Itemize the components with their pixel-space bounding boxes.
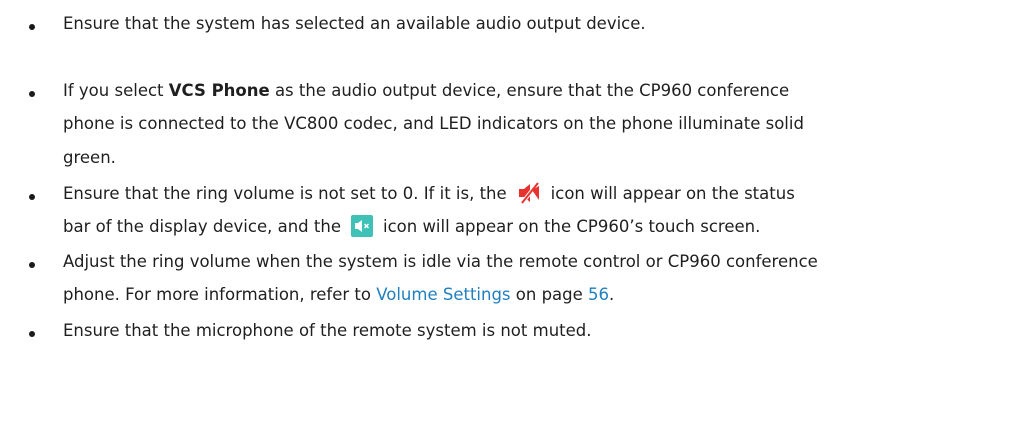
item-line: phone is connected to the VC800 codec, a… <box>63 114 804 133</box>
bullet <box>29 262 35 268</box>
item-line: green. <box>63 148 116 167</box>
item-text: Ensure that the microphone of the remote… <box>63 321 592 340</box>
item-line: phone. For more information, refer to Vo… <box>63 284 614 306</box>
item-text: phone. For more information, refer to <box>63 285 377 304</box>
item-text: icon will appear on the status <box>550 184 795 203</box>
troubleshooting-list: Ensure that the system has selected an a… <box>0 0 1021 423</box>
item-line: Ensure that the ring volume is not set t… <box>63 181 795 206</box>
item-text: If you select <box>63 81 169 100</box>
vcs-phone-label: VCS Phone <box>168 81 270 100</box>
speaker-muted-touchscreen-icon <box>350 214 373 237</box>
bullet <box>29 24 35 30</box>
item-line: Adjust the ring volume when the system i… <box>63 252 818 271</box>
item-line: bar of the display device, and the icon w… <box>63 214 761 239</box>
item-text: Ensure that the system has selected an a… <box>63 14 646 33</box>
item-text: icon will appear on the CP960’s touch sc… <box>382 217 761 236</box>
page-56-link[interactable]: 56 <box>588 285 609 304</box>
item-text: bar of the display device, and the <box>63 217 341 236</box>
speaker-muted-red-icon <box>518 181 540 204</box>
item-text: Ensure that the ring volume is not set t… <box>63 184 507 203</box>
item-text: as the audio output device, ensure that … <box>269 81 790 100</box>
volume-settings-link[interactable]: Volume Settings <box>376 285 510 304</box>
bullet <box>29 91 35 97</box>
item-line: If you select VCS Phone as the audio out… <box>63 80 789 102</box>
bullet <box>29 331 35 337</box>
bullet <box>29 194 35 200</box>
item-text: on page <box>510 285 589 304</box>
item-text: . <box>609 285 615 304</box>
